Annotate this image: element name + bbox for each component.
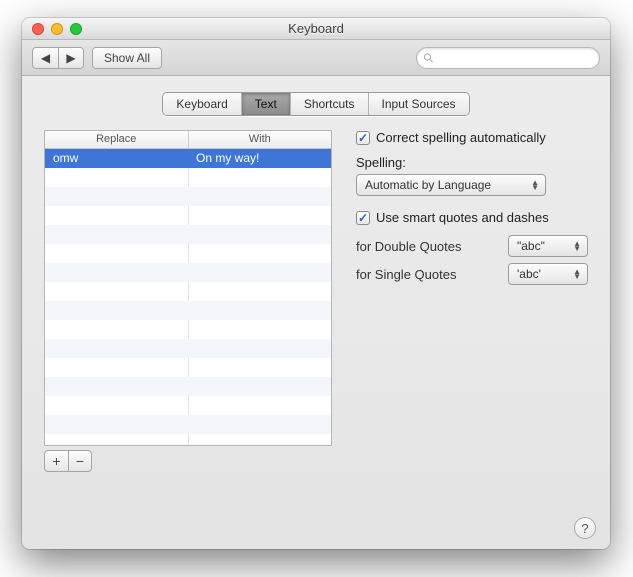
spelling-value: Automatic by Language xyxy=(365,178,491,192)
close-window-button[interactable] xyxy=(32,23,44,35)
window-title: Keyboard xyxy=(22,21,610,36)
search-field[interactable] xyxy=(416,47,600,69)
tab-input-sources[interactable]: Input Sources xyxy=(369,93,469,115)
tab-strip: Keyboard Text Shortcuts Input Sources xyxy=(44,92,588,116)
tab-keyboard[interactable]: Keyboard xyxy=(163,93,241,115)
double-quotes-label: for Double Quotes xyxy=(356,239,486,254)
table-row[interactable] xyxy=(45,320,331,339)
remove-button[interactable]: − xyxy=(68,450,92,472)
titlebar: Keyboard xyxy=(22,18,610,40)
smart-quotes-checkbox[interactable] xyxy=(356,211,370,225)
correct-spelling-label: Correct spelling automatically xyxy=(376,130,546,145)
table-row[interactable] xyxy=(45,339,331,358)
col-replace-header[interactable]: Replace xyxy=(45,131,189,148)
window-controls xyxy=(32,23,82,35)
table-row[interactable] xyxy=(45,377,331,396)
table-row[interactable] xyxy=(45,415,331,434)
table-row[interactable] xyxy=(45,434,331,445)
single-quotes-value: 'abc' xyxy=(517,267,541,281)
replacements-table: Replace With omw On my way! xyxy=(44,130,332,446)
single-quotes-label: for Single Quotes xyxy=(356,267,486,282)
show-all-button[interactable]: Show All xyxy=(92,47,162,69)
table-row[interactable] xyxy=(45,282,331,301)
replacements-column: Replace With omw On my way! xyxy=(44,130,332,472)
toolbar: ◀ ▶ Show All xyxy=(22,40,610,76)
preferences-window: Keyboard ◀ ▶ Show All Keyboard Text Shor… xyxy=(22,18,610,549)
back-button[interactable]: ◀ xyxy=(32,47,58,69)
col-with-header[interactable]: With xyxy=(189,131,332,148)
correct-spelling-checkbox[interactable] xyxy=(356,131,370,145)
table-row[interactable] xyxy=(45,206,331,225)
table-row[interactable] xyxy=(45,263,331,282)
tab-text[interactable]: Text xyxy=(242,93,291,115)
popup-arrows-icon: ▲▼ xyxy=(573,269,581,279)
zoom-window-button[interactable] xyxy=(70,23,82,35)
nav-buttons: ◀ ▶ xyxy=(32,47,84,69)
table-row[interactable] xyxy=(45,358,331,377)
search-input[interactable] xyxy=(438,51,593,65)
spelling-label: Spelling: xyxy=(356,155,588,170)
table-row[interactable] xyxy=(45,244,331,263)
help-button[interactable]: ? xyxy=(574,517,596,539)
table-row[interactable] xyxy=(45,396,331,415)
options-column: Correct spelling automatically Spelling:… xyxy=(356,130,588,472)
table-row[interactable] xyxy=(45,225,331,244)
table-row[interactable] xyxy=(45,301,331,320)
double-quotes-popup[interactable]: "abc" ▲▼ xyxy=(508,235,588,257)
cell-with[interactable]: On my way! xyxy=(188,149,331,168)
chevron-left-icon: ◀ xyxy=(41,51,50,65)
table-body[interactable]: omw On my way! xyxy=(45,149,331,445)
add-remove-group: + − xyxy=(44,450,332,472)
spelling-popup[interactable]: Automatic by Language ▲▼ xyxy=(356,174,546,196)
table-row[interactable] xyxy=(45,187,331,206)
table-row[interactable]: omw On my way! xyxy=(45,149,331,168)
forward-button[interactable]: ▶ xyxy=(58,47,84,69)
tab-shortcuts[interactable]: Shortcuts xyxy=(291,93,369,115)
pane: Keyboard Text Shortcuts Input Sources Re… xyxy=(22,76,610,549)
double-quotes-value: "abc" xyxy=(517,239,545,253)
popup-arrows-icon: ▲▼ xyxy=(531,180,539,190)
table-row[interactable] xyxy=(45,168,331,187)
popup-arrows-icon: ▲▼ xyxy=(573,241,581,251)
chevron-right-icon: ▶ xyxy=(66,51,75,65)
add-button[interactable]: + xyxy=(44,450,68,472)
single-quotes-popup[interactable]: 'abc' ▲▼ xyxy=(508,263,588,285)
smart-quotes-label: Use smart quotes and dashes xyxy=(376,210,549,225)
minimize-window-button[interactable] xyxy=(51,23,63,35)
search-icon xyxy=(423,52,434,64)
cell-replace[interactable]: omw xyxy=(45,149,188,168)
